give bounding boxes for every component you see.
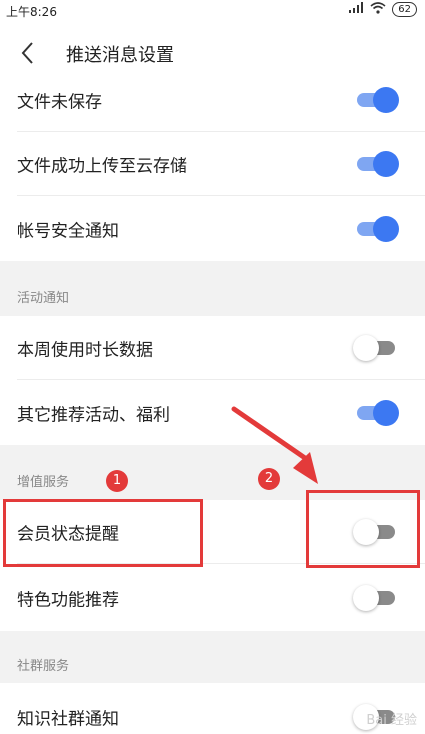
setting-label: 知识社群通知 — [17, 709, 119, 730]
toggle-switch-upload-success[interactable] — [353, 151, 399, 177]
battery-icon: 62 — [392, 2, 417, 17]
setting-row-other-promotions: 其它推荐活动、福利 — [0, 381, 425, 445]
setting-label: 文件成功上传至云存储 — [17, 156, 187, 177]
section-header-activity: 活动通知 — [0, 261, 425, 316]
toggle-switch-weekly-usage[interactable] — [353, 335, 399, 361]
wifi-icon — [370, 2, 386, 17]
toggle-switch-account-security[interactable] — [353, 216, 399, 242]
status-time: 上午8:26 — [6, 5, 57, 19]
setting-label: 特色功能推荐 — [17, 590, 119, 611]
setting-row-community-notify: 知识社群通知 — [0, 683, 425, 734]
toggle-switch-other-promotions[interactable] — [353, 400, 399, 426]
section-header-community: 社群服务 — [0, 631, 425, 683]
divider — [17, 379, 425, 380]
page-title: 推送消息设置 — [66, 45, 174, 66]
status-bar: 上午8:26 62 — [0, 0, 425, 22]
setting-row-weekly-usage: 本周使用时长数据 — [0, 316, 425, 380]
section-title: 活动通知 — [17, 291, 70, 306]
setting-label: 帐号安全通知 — [17, 221, 119, 242]
setting-label: 会员状态提醒 — [17, 524, 119, 545]
setting-row-account-security: 帐号安全通知 — [0, 197, 425, 261]
section-title: 增值服务 — [17, 475, 70, 490]
back-arrow-icon[interactable] — [14, 36, 44, 70]
toggle-switch-member-status[interactable] — [353, 519, 399, 545]
divider — [17, 195, 425, 196]
setting-row-upload-success: 文件成功上传至云存储 — [0, 132, 425, 196]
divider — [17, 563, 425, 564]
setting-label: 本周使用时长数据 — [17, 340, 153, 361]
watermark: Bai 经验 — [366, 713, 417, 728]
signal-icon — [348, 2, 364, 17]
setting-label: 文件未保存 — [17, 92, 102, 113]
toggle-switch-file-unsaved[interactable] — [353, 87, 399, 113]
annotation-badge-1: 1 — [106, 470, 128, 492]
annotation-badge-2: 2 — [258, 468, 280, 490]
setting-row-feature-recommend: 特色功能推荐 — [0, 566, 425, 630]
toggle-switch-feature-recommend[interactable] — [353, 585, 399, 611]
section-title: 社群服务 — [17, 659, 70, 674]
setting-row-file-unsaved: 文件未保存 — [0, 68, 425, 132]
status-icons: 62 — [348, 2, 417, 17]
section-header-value-added: 增值服务 — [0, 445, 425, 500]
setting-label: 其它推荐活动、福利 — [17, 405, 170, 426]
setting-row-member-status: 会员状态提醒 — [0, 500, 425, 564]
